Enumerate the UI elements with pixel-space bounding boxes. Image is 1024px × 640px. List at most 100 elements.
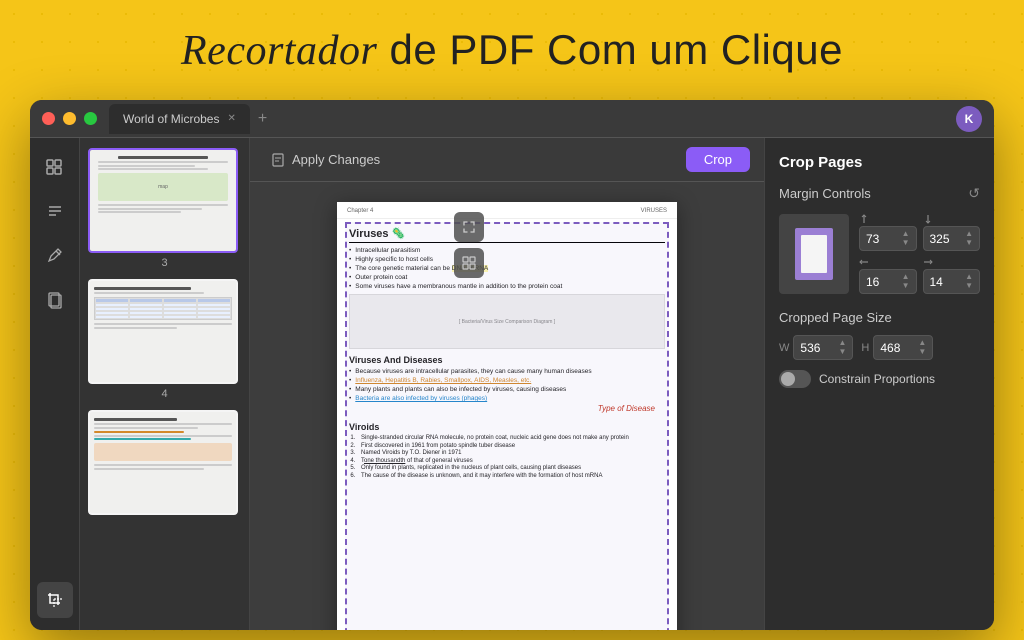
- sidebar-item-crop[interactable]: [37, 582, 73, 618]
- window-tabs: World of Microbes ✕ +: [109, 104, 956, 134]
- cropped-size-title: Cropped Page Size: [779, 310, 980, 325]
- left-margin-icon: [859, 257, 869, 267]
- constrain-toggle[interactable]: [779, 370, 811, 388]
- reset-margins-button[interactable]: ↺: [968, 185, 980, 202]
- width-label: W: [779, 342, 789, 354]
- right-panel: Crop Pages Margin Controls ↺: [764, 138, 994, 630]
- margin-bottom-label: [923, 214, 981, 224]
- height-stepper[interactable]: ▲ ▼: [918, 339, 926, 356]
- margin-left-stepper[interactable]: ▲ ▼: [902, 273, 910, 290]
- app-window: World of Microbes ✕ + K: [30, 100, 994, 630]
- editor-area: Apply Changes Crop Chapter 4 VIRUSES Vir…: [250, 138, 764, 630]
- margin-top-group: 73 ▲ ▼: [859, 214, 917, 251]
- margin-left-increment[interactable]: ▲: [902, 273, 910, 281]
- tab-close-icon[interactable]: ✕: [227, 113, 235, 124]
- tab-title: World of Microbes: [123, 112, 219, 126]
- width-decrement[interactable]: ▼: [838, 348, 846, 356]
- top-margin-icon: [859, 214, 869, 224]
- add-tab-button[interactable]: +: [258, 110, 267, 128]
- sidebar-item-text[interactable]: [37, 194, 73, 230]
- pdf-chapter-label: VIRUSES: [641, 208, 667, 214]
- title-italic: Recortador: [181, 28, 377, 74]
- thumb-num-4: 4: [88, 388, 241, 400]
- constrain-label: Constrain Proportions: [819, 372, 935, 386]
- width-increment[interactable]: ▲: [838, 339, 846, 347]
- margin-controls-header: Margin Controls ↺: [779, 185, 980, 202]
- cropped-page-size-section: Cropped Page Size W 536 ▲ ▼ H: [779, 310, 980, 388]
- margin-page-preview: [801, 235, 827, 273]
- constrain-proportions-row: Constrain Proportions: [779, 370, 980, 388]
- crop-button[interactable]: Crop: [686, 147, 750, 172]
- margin-right-input[interactable]: 14 ▲ ▼: [923, 269, 981, 294]
- traffic-lights: [42, 112, 97, 125]
- margin-inner-box: [795, 228, 833, 280]
- editor-canvas: Chapter 4 VIRUSES Viruses 🦠 •Intracellul…: [250, 182, 764, 630]
- margin-top-label: [859, 214, 917, 224]
- pdf-chapter: Chapter 4: [347, 208, 373, 214]
- margin-right-decrement[interactable]: ▼: [965, 282, 973, 290]
- pdf-page: Chapter 4 VIRUSES Viruses 🦠 •Intracellul…: [337, 202, 677, 630]
- sidebar-item-pages[interactable]: [37, 282, 73, 318]
- tab-world-of-microbes[interactable]: World of Microbes ✕: [109, 104, 250, 134]
- annotation-area: Type of Disease: [349, 404, 665, 416]
- margin-bottom-group: 325 ▲ ▼: [923, 214, 981, 251]
- height-input[interactable]: 468 ▲ ▼: [873, 335, 933, 360]
- width-stepper[interactable]: ▲ ▼: [838, 339, 846, 356]
- editor-toolbar: Apply Changes Crop: [250, 138, 764, 182]
- thumb-img-5: [88, 410, 238, 515]
- close-window-button[interactable]: [42, 112, 55, 125]
- app-title-section: Recortador de PDF Com um Clique: [0, 0, 1024, 100]
- margin-top-input[interactable]: 73 ▲ ▼: [859, 226, 917, 251]
- apply-changes-button[interactable]: Apply Changes: [264, 148, 388, 171]
- size-inputs: W 536 ▲ ▼ H 468: [779, 335, 980, 360]
- fit-screen-button[interactable]: [454, 212, 484, 242]
- margin-left-input[interactable]: 16 ▲ ▼: [859, 269, 917, 294]
- thumbnail-page-5[interactable]: [88, 410, 241, 515]
- app-title: Recortador de PDF Com um Clique: [181, 26, 843, 75]
- avatar: K: [956, 106, 982, 132]
- margin-bottom-increment[interactable]: ▲: [965, 230, 973, 238]
- right-margin-icon: [923, 257, 933, 267]
- grid-view-button[interactable]: [454, 248, 484, 278]
- window-titlebar: World of Microbes ✕ + K: [30, 100, 994, 138]
- toggle-thumb: [781, 372, 795, 386]
- thumbnails-panel: map 3: [80, 138, 250, 630]
- thumb-img-3: map: [88, 148, 238, 253]
- margin-bottom-stepper[interactable]: ▲ ▼: [965, 230, 973, 247]
- margin-right-label: [923, 257, 981, 267]
- width-input[interactable]: 536 ▲ ▼: [793, 335, 853, 360]
- height-decrement[interactable]: ▼: [918, 348, 926, 356]
- apply-changes-label: Apply Changes: [292, 152, 380, 167]
- apply-icon: [272, 153, 286, 167]
- canvas-float-buttons: [454, 212, 484, 278]
- margin-right-increment[interactable]: ▲: [965, 273, 973, 281]
- titlebar-right: K: [956, 106, 982, 132]
- margin-bottom-decrement[interactable]: ▼: [965, 239, 973, 247]
- height-input-group: H 468 ▲ ▼: [861, 335, 933, 360]
- margin-top-decrement[interactable]: ▼: [902, 239, 910, 247]
- margin-right-stepper[interactable]: ▲ ▼: [965, 273, 973, 290]
- height-increment[interactable]: ▲: [918, 339, 926, 347]
- margin-controls-grid: 73 ▲ ▼ 325: [779, 214, 980, 294]
- margin-right-group: 14 ▲ ▼: [923, 257, 981, 294]
- height-label: H: [861, 342, 869, 354]
- minimize-window-button[interactable]: [63, 112, 76, 125]
- margin-bottom-input[interactable]: 325 ▲ ▼: [923, 226, 981, 251]
- sidebar-item-thumbnails[interactable]: [37, 150, 73, 186]
- maximize-window-button[interactable]: [84, 112, 97, 125]
- margin-top-increment[interactable]: ▲: [902, 230, 910, 238]
- thumb-num-3: 3: [88, 257, 241, 269]
- pdf-header: Chapter 4 VIRUSES: [337, 202, 677, 219]
- window-content: map 3: [30, 138, 994, 630]
- sidebar: [30, 138, 80, 630]
- margin-controls-label: Margin Controls: [779, 186, 871, 201]
- margin-left-label: [859, 257, 917, 267]
- margin-top-stepper[interactable]: ▲ ▼: [902, 230, 910, 247]
- margin-left-decrement[interactable]: ▼: [902, 282, 910, 290]
- crop-selection-box[interactable]: [345, 222, 669, 630]
- thumbnail-page-3[interactable]: map 3: [88, 148, 241, 269]
- title-suffix: de PDF Com um Clique: [377, 26, 843, 73]
- thumbnail-page-4[interactable]: 4: [88, 279, 241, 400]
- bottom-margin-icon: [923, 214, 933, 224]
- sidebar-item-annotations[interactable]: [37, 238, 73, 274]
